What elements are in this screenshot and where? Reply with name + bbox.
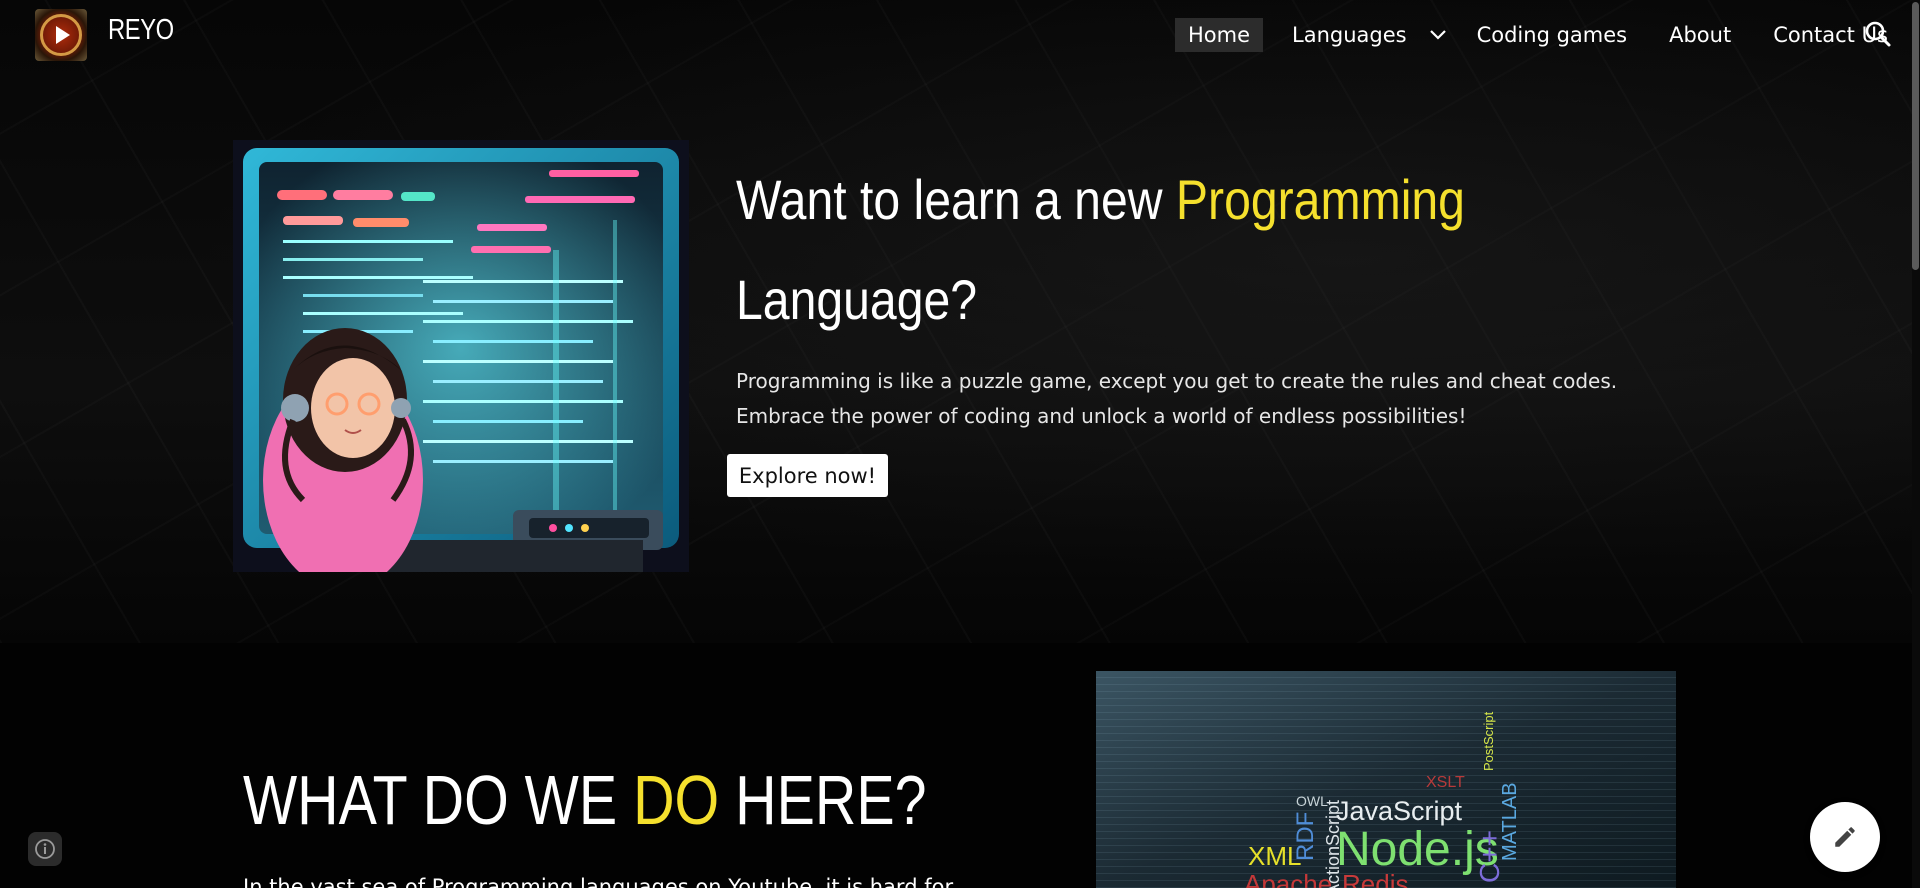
hero-heading-highlight: Programming — [1175, 168, 1465, 231]
explore-now-button[interactable]: Explore now! — [727, 454, 888, 497]
section-heading-part2: HERE? — [719, 761, 927, 839]
cloud-word-javascript: JavaScript — [1336, 796, 1463, 826]
play-icon — [56, 26, 70, 44]
info-icon[interactable] — [28, 832, 62, 866]
hero-paragraph: Programming is like a puzzle game, excep… — [736, 369, 1618, 428]
cloud-word-xml: XML — [1248, 841, 1302, 871]
chevron-down-icon[interactable] — [1428, 25, 1448, 45]
section-intro-text: In the vast sea of Programming languages… — [243, 875, 954, 888]
main-nav: Home Languages Coding games About Contac… — [1175, 16, 1917, 54]
hero-illustration — [233, 140, 689, 572]
pencil-icon[interactable] — [1810, 802, 1880, 872]
hero-heading: Want to learn a new Programming Language… — [736, 150, 1510, 350]
hero-heading-part1: Want to learn a new — [736, 168, 1176, 231]
site-logo[interactable] — [35, 9, 87, 61]
logo-ring — [40, 14, 82, 56]
languages-word-cloud-image: OWL JavaScript PostScript RDF XML Node.j… — [1096, 671, 1676, 888]
section-heading-highlight: DO — [633, 761, 720, 839]
cloud-word-matlab: MATLAB — [1499, 782, 1521, 861]
section-heading: WHAT DO WE DO HERE? — [243, 757, 927, 843]
page: REYO Home Languages Coding games About C… — [0, 0, 1920, 888]
nav-item-coding-games[interactable]: Coding games — [1464, 18, 1641, 52]
nav-languages-group: Languages — [1279, 18, 1448, 52]
cloud-word-postscript: PostScript — [1481, 711, 1496, 771]
search-icon[interactable] — [1864, 20, 1892, 48]
section-heading-part1: WHAT DO WE — [243, 761, 634, 839]
site-title[interactable]: REYO — [108, 14, 174, 47]
nav-item-languages[interactable]: Languages — [1279, 18, 1420, 52]
hero-heading-part2: Language? — [736, 268, 978, 331]
cloud-word-xslt: XSLT — [1426, 774, 1465, 791]
site-header: REYO Home Languages Coding games About C… — [0, 0, 1920, 70]
nav-item-about[interactable]: About — [1656, 18, 1744, 52]
cloud-word-redis: Redis — [1342, 869, 1409, 888]
nav-item-home[interactable]: Home — [1175, 18, 1264, 52]
cloud-word-apache: Apache — [1244, 869, 1333, 888]
page-scrollbar-thumb[interactable] — [1912, 2, 1919, 270]
